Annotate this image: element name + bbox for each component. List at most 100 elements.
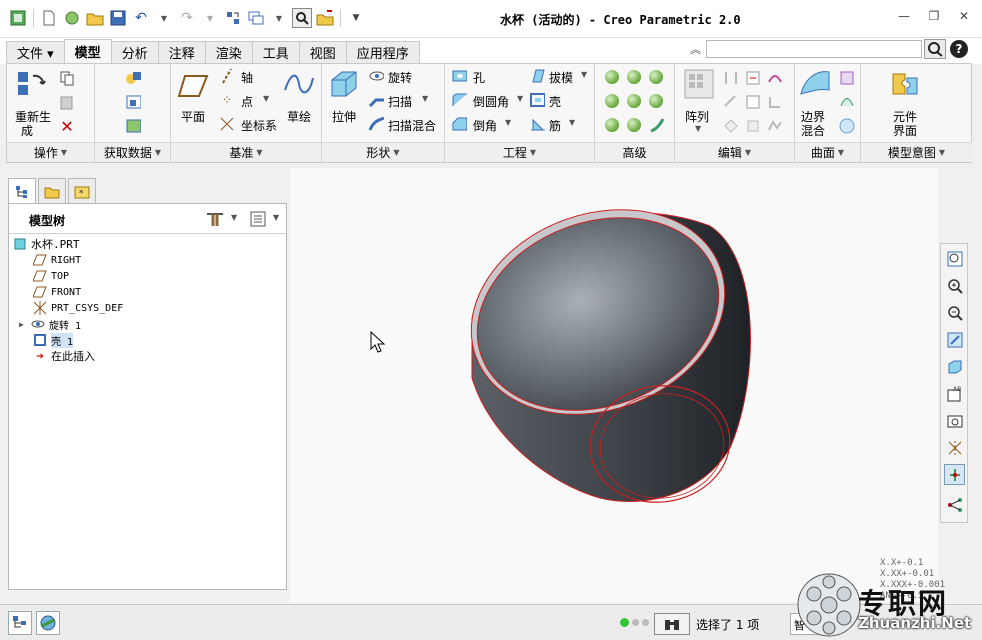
- project-icon[interactable]: [745, 94, 761, 110]
- group-label-get-data[interactable]: 获取数据 ▼: [95, 142, 170, 162]
- tab-favorites[interactable]: *: [68, 178, 96, 204]
- collapse-ribbon-icon[interactable]: ︽: [690, 41, 701, 57]
- advanced-feature-icon[interactable]: [605, 118, 619, 132]
- revolve-icon[interactable]: [368, 68, 384, 84]
- copy-geometry-icon[interactable]: [125, 94, 141, 110]
- group-label-model-intent[interactable]: 模型意图 ▼: [861, 142, 972, 162]
- datum-display-icon[interactable]: [944, 437, 965, 458]
- redo-icon[interactable]: ↷: [177, 8, 197, 28]
- minimize-icon[interactable]: —: [896, 8, 912, 24]
- close-icon[interactable]: ✕: [956, 8, 972, 24]
- new-file-icon[interactable]: [39, 8, 59, 28]
- repaint-icon[interactable]: [944, 329, 965, 350]
- pattern-dropdown-icon[interactable]: ▼: [695, 124, 701, 133]
- advanced-feature-icon[interactable]: [649, 70, 663, 84]
- sweep-dropdown-icon[interactable]: ▼: [422, 94, 428, 103]
- group-label-shapes[interactable]: 形状 ▼: [322, 142, 444, 162]
- tree-item-part[interactable]: 水杯.PRT: [13, 236, 80, 252]
- boundary-label-2[interactable]: 混合: [801, 122, 825, 139]
- draft-icon[interactable]: [529, 68, 545, 84]
- trim-icon[interactable]: [767, 70, 783, 86]
- merge-icon[interactable]: [723, 118, 739, 134]
- component-label-2[interactable]: 界面: [893, 122, 917, 139]
- pattern-icon[interactable]: [683, 68, 715, 100]
- axis-label[interactable]: 轴: [241, 69, 253, 86]
- open-session-icon[interactable]: [62, 8, 82, 28]
- offset-icon[interactable]: [723, 94, 739, 110]
- advanced-feature-icon[interactable]: [627, 70, 641, 84]
- extrude-icon[interactable]: [328, 68, 360, 100]
- close-window-icon[interactable]: [315, 8, 335, 28]
- user-defined-feature-icon[interactable]: [125, 70, 141, 86]
- style-icon[interactable]: [839, 94, 855, 110]
- advanced-feature-icon[interactable]: [605, 94, 619, 108]
- tree-item-right[interactable]: RIGHT: [33, 252, 81, 268]
- thicken-icon[interactable]: [767, 118, 783, 134]
- zoom-search-icon[interactable]: [292, 8, 312, 28]
- tree-item-shell[interactable]: 壳 1: [33, 332, 74, 348]
- app-icon[interactable]: [8, 8, 28, 28]
- intersect-icon[interactable]: [767, 94, 783, 110]
- point-icon[interactable]: ⁘: [219, 92, 235, 108]
- zoom-out-icon[interactable]: [944, 302, 965, 323]
- revolve-label[interactable]: 旋转: [388, 69, 412, 86]
- twisted-sweep-icon[interactable]: [649, 117, 665, 133]
- advanced-feature-icon[interactable]: [605, 70, 619, 84]
- redo-dropdown-icon[interactable]: ▼: [200, 8, 220, 28]
- tree-item-insert-here[interactable]: ➔ 在此插入: [33, 348, 95, 364]
- undo-icon[interactable]: ↶: [131, 8, 151, 28]
- windows-dropdown-icon[interactable]: ▼: [269, 8, 289, 28]
- round-label[interactable]: 倒圆角: [473, 93, 509, 110]
- swept-blend-icon[interactable]: [368, 116, 384, 132]
- hole-label[interactable]: 孔: [473, 69, 485, 86]
- tree-item-csys[interactable]: PRT_CSYS_DEF: [33, 300, 123, 316]
- mirror-icon[interactable]: [723, 70, 739, 86]
- plane-icon[interactable]: [177, 70, 209, 102]
- copy-icon[interactable]: [59, 70, 75, 86]
- regenerate-icon[interactable]: [223, 8, 243, 28]
- tab-model-tree[interactable]: [8, 178, 36, 204]
- shell-label[interactable]: 壳: [549, 93, 561, 110]
- solidify-icon[interactable]: [745, 118, 761, 134]
- plane-label[interactable]: 平面: [181, 108, 205, 125]
- save-icon[interactable]: [108, 8, 128, 28]
- search-input[interactable]: [706, 40, 922, 58]
- sweep-icon[interactable]: [368, 92, 384, 108]
- help-icon[interactable]: ?: [950, 40, 968, 58]
- settings-icon[interactable]: [205, 210, 225, 228]
- chamfer-icon[interactable]: [451, 116, 467, 132]
- saved-orientations-icon[interactable]: AB: [944, 383, 965, 404]
- customize-toolbar-icon[interactable]: ▼: [346, 8, 366, 28]
- graphics-window[interactable]: [290, 168, 938, 602]
- pattern-label[interactable]: 阵列: [685, 108, 709, 125]
- tab-folder-browser[interactable]: [38, 178, 66, 204]
- refit-icon[interactable]: [944, 248, 965, 269]
- spin-center-icon[interactable]: [944, 464, 965, 485]
- rib-icon[interactable]: [529, 116, 545, 132]
- coordinate-system-icon[interactable]: [219, 116, 235, 132]
- advanced-feature-icon[interactable]: [627, 118, 641, 132]
- open-folder-icon[interactable]: [85, 8, 105, 28]
- show-options-icon[interactable]: [249, 210, 267, 228]
- view-manager-icon[interactable]: [944, 410, 965, 431]
- sketch-icon[interactable]: [283, 68, 315, 100]
- rib-label[interactable]: 筋: [549, 117, 561, 134]
- axis-icon[interactable]: [219, 68, 235, 84]
- maximize-icon[interactable]: ❐: [926, 8, 942, 24]
- advanced-feature-icon[interactable]: [627, 94, 641, 108]
- settings-dropdown-icon[interactable]: ▼: [231, 213, 237, 222]
- toggle-navigator-button[interactable]: [8, 611, 32, 635]
- tab-render[interactable]: 渲染: [204, 41, 253, 63]
- show-dropdown-icon[interactable]: ▼: [273, 213, 279, 222]
- draft-dropdown-icon[interactable]: ▼: [581, 70, 587, 79]
- expand-icon[interactable]: ▶: [19, 320, 31, 329]
- windows-icon[interactable]: [246, 8, 266, 28]
- paste-icon[interactable]: [59, 94, 75, 110]
- annotation-display-icon[interactable]: [944, 494, 965, 515]
- search-button[interactable]: [924, 39, 946, 59]
- round-icon[interactable]: [451, 92, 467, 108]
- point-label[interactable]: 点: [241, 93, 253, 110]
- find-button[interactable]: [654, 613, 690, 635]
- extend-icon[interactable]: [745, 70, 761, 86]
- tab-applications[interactable]: 应用程序: [345, 41, 420, 63]
